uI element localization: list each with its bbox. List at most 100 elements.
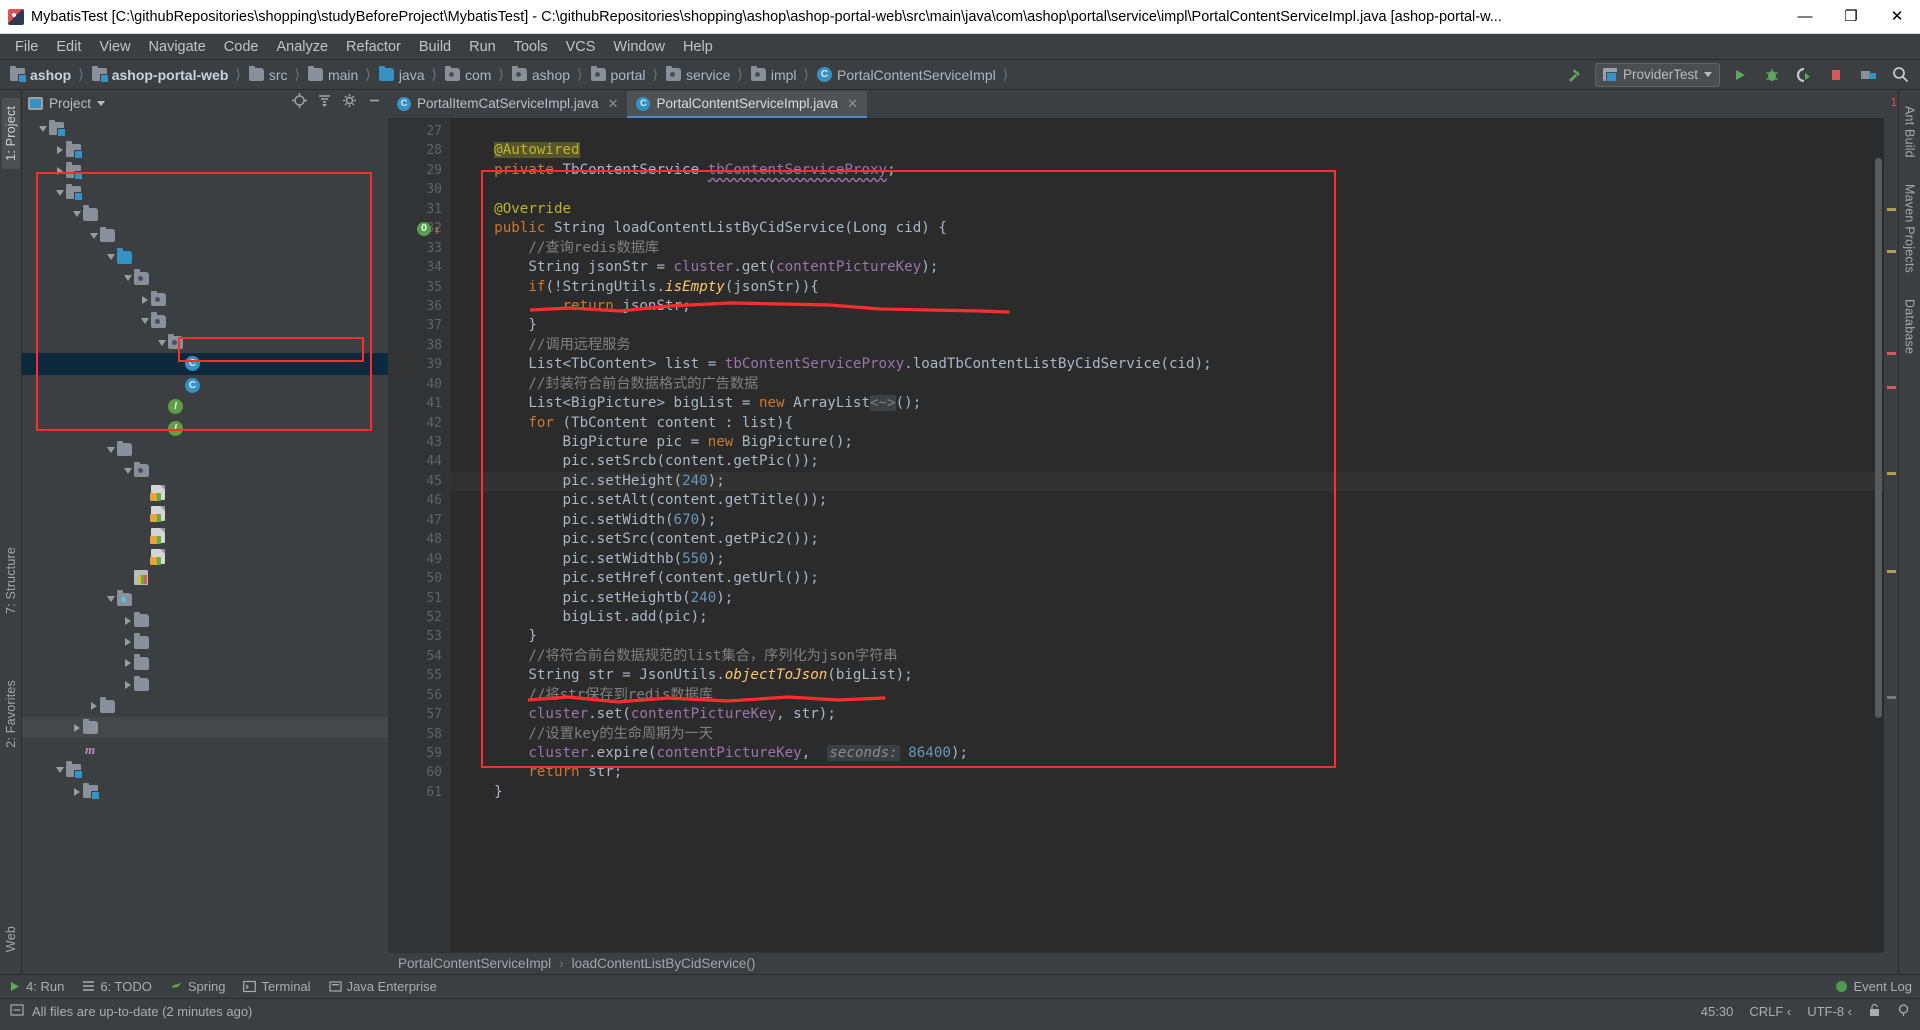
gutter-line-number[interactable]: 43	[388, 433, 450, 452]
code-line[interactable]: pic.setAlt(content.getTitle());	[450, 491, 1884, 510]
tree-row[interactable]: I	[22, 396, 388, 417]
gutter-line-number[interactable]: 46	[388, 491, 450, 510]
gutter-line-number[interactable]: 49	[388, 550, 450, 569]
sidebar-item-database[interactable]: Database	[1901, 291, 1919, 362]
maximize-button[interactable]: ❐	[1828, 0, 1874, 34]
menu-item-view[interactable]: View	[90, 35, 139, 59]
menu-item-build[interactable]: Build	[410, 35, 460, 59]
code-line[interactable]: if(!StringUtils.isEmpty(jsonStr)){	[450, 278, 1884, 297]
code-line[interactable]: pic.setWidth(670);	[450, 511, 1884, 530]
code-line[interactable]: String str = JsonUtils.objectToJson(bigL…	[450, 666, 1884, 685]
tree-row[interactable]	[22, 696, 388, 717]
chevron-right-icon[interactable]	[70, 787, 83, 796]
code-line[interactable]: //封装符合前台数据格式的广告数据	[450, 375, 1884, 394]
gutter-line-number[interactable]: 33	[388, 239, 450, 258]
close-icon[interactable]: ✕	[608, 96, 619, 112]
gutter-line-number[interactable]: 48	[388, 530, 450, 549]
sidebar-item-ant-build[interactable]: Ant Build	[1901, 98, 1919, 166]
sidebar-item-web[interactable]: Web	[2, 918, 20, 960]
gutter-line-number[interactable]: 35	[388, 278, 450, 297]
tree-row[interactable]: I	[22, 417, 388, 438]
bottom-tab-todo[interactable]: 6: TODO	[82, 979, 152, 994]
code-line[interactable]: }	[450, 783, 1884, 802]
nav-crumb-com[interactable]: com ⟩	[439, 63, 506, 87]
code-line[interactable]: @Autowired	[450, 141, 1884, 160]
tree-row[interactable]	[22, 482, 388, 503]
menu-item-help[interactable]: Help	[674, 35, 722, 59]
code-line[interactable]: return str;	[450, 763, 1884, 782]
menu-item-tools[interactable]: Tools	[505, 35, 557, 59]
code-line[interactable]: //设置key的生命周期为一天	[450, 725, 1884, 744]
tree-row[interactable]	[22, 631, 388, 652]
bottom-tab-run[interactable]: 4: Run	[8, 979, 64, 994]
tree-row[interactable]	[22, 760, 388, 781]
editor-scrollbar[interactable]	[1873, 118, 1884, 952]
breadcrumb-class[interactable]: PortalContentServiceImpl	[398, 956, 551, 971]
tree-row[interactable]	[22, 653, 388, 674]
gutter-line-number[interactable]: 59	[388, 744, 450, 763]
tree-row[interactable]	[22, 674, 388, 695]
gutter-line-number[interactable]: 58	[388, 725, 450, 744]
menu-item-file[interactable]: File	[6, 35, 47, 59]
chevron-right-icon[interactable]	[53, 146, 66, 155]
tree-row[interactable]	[22, 268, 388, 289]
chevron-down-icon[interactable]	[53, 767, 66, 774]
nav-crumb-java[interactable]: java ⟩	[373, 63, 439, 87]
locate-icon[interactable]	[292, 93, 307, 113]
gutter-line-number[interactable]: 34	[388, 258, 450, 277]
menu-item-navigate[interactable]: Navigate	[140, 35, 215, 59]
tree-row[interactable]	[22, 289, 388, 310]
code-line[interactable]: //将符合前台数据规范的list集合，序列化为json字符串	[450, 647, 1884, 666]
search-everywhere-icon[interactable]	[1888, 63, 1912, 87]
menu-item-analyze[interactable]: Analyze	[267, 35, 337, 59]
chevron-right-icon[interactable]	[87, 702, 100, 711]
chevron-right-icon[interactable]	[138, 295, 151, 304]
caret-position[interactable]: 45:30	[1701, 1004, 1734, 1019]
bottom-tab-terminal[interactable]: Terminal	[243, 979, 311, 994]
code-line[interactable]: pic.setSrcb(content.getPic());	[450, 452, 1884, 471]
nav-crumb-ashop-pkg[interactable]: ashop ⟩	[506, 63, 585, 87]
sidebar-item-favorites[interactable]: 2: Favorites	[2, 672, 20, 756]
chevron-right-icon[interactable]	[70, 723, 83, 732]
gutter-line-number[interactable]: 41	[388, 394, 450, 413]
tree-row[interactable]	[22, 182, 388, 203]
run-icon[interactable]	[1728, 63, 1752, 87]
menu-item-refactor[interactable]: Refactor	[337, 35, 410, 59]
gutter-line-number[interactable]: 30	[388, 180, 450, 199]
gutter-line-number[interactable]: 37	[388, 316, 450, 335]
chevron-down-icon[interactable]	[121, 275, 134, 282]
gutter-line-number[interactable]: 57	[388, 705, 450, 724]
gutter-line-number[interactable]: 31	[388, 200, 450, 219]
code-line[interactable]: String jsonStr = cluster.get(contentPict…	[450, 258, 1884, 277]
code-line[interactable]: List<TbContent> list = tbContentServiceP…	[450, 355, 1884, 374]
code-line[interactable]: }	[450, 316, 1884, 335]
nav-crumb-src[interactable]: src ⟩	[243, 63, 302, 87]
gutter-line-number[interactable]: 45	[388, 472, 450, 491]
gutter-line-number[interactable]: 36	[388, 297, 450, 316]
project-tree[interactable]: CCIIm	[22, 116, 388, 974]
code-line[interactable]	[450, 180, 1884, 199]
chevron-down-icon[interactable]	[36, 125, 49, 132]
editor-marker-strip[interactable]: 1	[1884, 90, 1898, 974]
line-separator-selector[interactable]: CRLF ‹	[1749, 1004, 1791, 1019]
hide-icon[interactable]	[367, 93, 382, 113]
chevron-down-icon[interactable]	[155, 339, 168, 346]
tree-row[interactable]	[22, 589, 388, 610]
gutter-line-number[interactable]: 52	[388, 608, 450, 627]
tree-row[interactable]	[22, 503, 388, 524]
chevron-down-icon[interactable]	[104, 446, 117, 453]
sidebar-item-structure[interactable]: 7: Structure	[2, 539, 20, 622]
gutter-line-number[interactable]: 29	[388, 161, 450, 180]
gutter-line-number[interactable]: 32 O ↑	[388, 219, 461, 238]
code-line[interactable]: pic.setHref(content.getUrl());	[450, 569, 1884, 588]
tree-row[interactable]	[22, 460, 388, 481]
nav-crumb-class[interactable]: C PortalContentServiceImpl ⟩	[811, 63, 1010, 87]
tree-row[interactable]: C	[22, 375, 388, 396]
debug-icon[interactable]	[1760, 63, 1784, 87]
code-line[interactable]	[450, 122, 1884, 141]
code-line[interactable]: //调用远程服务	[450, 336, 1884, 355]
breadcrumb-method[interactable]: loadContentListByCidService()	[572, 956, 756, 971]
code-line[interactable]: pic.setWidthb(550);	[450, 550, 1884, 569]
chevron-right-icon[interactable]	[121, 659, 134, 668]
tree-row[interactable]	[22, 139, 388, 160]
